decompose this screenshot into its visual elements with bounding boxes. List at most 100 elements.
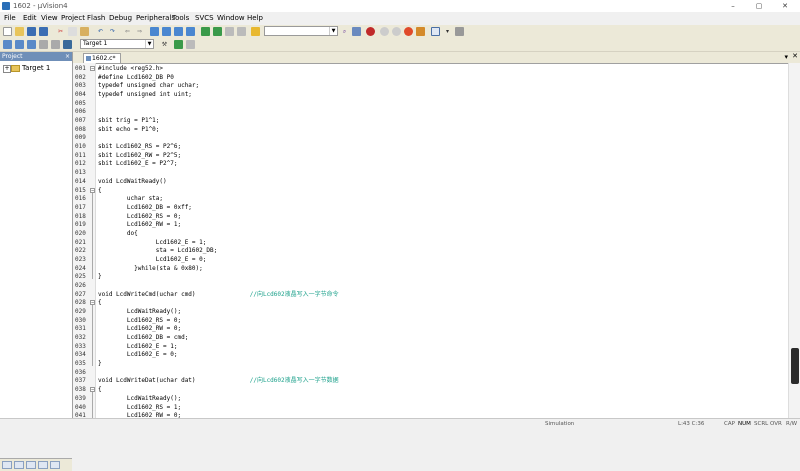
comment-icon[interactable] — [225, 27, 234, 36]
window-config-chevron-icon[interactable]: ▾ — [443, 27, 452, 36]
clear-breakpoints-icon[interactable] — [416, 27, 425, 36]
target-options-icon[interactable]: ⚒ — [160, 40, 169, 49]
download-icon[interactable] — [63, 40, 72, 49]
stop-build-icon[interactable] — [51, 40, 60, 49]
code-line[interactable]: 020 do{ — [73, 229, 788, 238]
configure-icon[interactable] — [455, 27, 464, 36]
code-line[interactable]: 030 Lcd1602_RS = 0; — [73, 316, 788, 325]
fold-toggle-icon[interactable]: − — [90, 66, 95, 72]
code-line[interactable]: 003 typedef unsigned char uchar; — [73, 81, 788, 90]
new-file-icon[interactable] — [3, 27, 12, 36]
clear-bookmarks-icon[interactable] — [186, 27, 195, 36]
cut-icon[interactable]: ✂ — [56, 27, 65, 36]
menu-debug[interactable]: Debug — [109, 14, 132, 23]
chevron-down-icon[interactable]: ▼ — [329, 27, 337, 35]
code-line[interactable]: 032 Lcd1602_DB = cmd; — [73, 333, 788, 342]
code-line[interactable]: 023 Lcd1602_E = 0; — [73, 255, 788, 264]
code-line[interactable]: 017 Lcd1602_DB = 0xff; — [73, 203, 788, 212]
tab-1602-c[interactable]: 1602.c* — [83, 53, 121, 63]
window-config-icon[interactable] — [431, 27, 440, 36]
code-line[interactable]: 019 Lcd1602_RW = 1; — [73, 220, 788, 229]
unindent-icon[interactable] — [213, 27, 222, 36]
code-line[interactable]: 028−{ — [73, 298, 788, 307]
menu-file[interactable]: File — [4, 14, 16, 23]
code-area[interactable]: 001− #include <reg52.h> 002 #define Lcd1602… — [73, 63, 788, 418]
code-line[interactable]: 024 }while(sta & 0x80); — [73, 264, 788, 273]
find-in-files-icon[interactable] — [251, 27, 260, 36]
save-icon[interactable] — [27, 27, 36, 36]
menu-flash[interactable]: Flash — [87, 14, 105, 23]
code-line[interactable]: 002 #define Lcd1602_DB P0 — [73, 73, 788, 82]
code-line[interactable]: 034 Lcd1602_E = 0; — [73, 350, 788, 359]
tab-books[interactable] — [14, 461, 24, 469]
minimize-button[interactable]: – — [720, 0, 746, 12]
incremental-find-icon[interactable] — [352, 27, 361, 36]
vertical-scrollbar[interactable] — [788, 63, 800, 418]
chevron-down-icon[interactable]: ▼ — [145, 40, 153, 48]
code-line[interactable]: 040 Lcd1602_RS = 1; — [73, 403, 788, 412]
code-line[interactable]: 038−{ — [73, 385, 788, 394]
redo-icon[interactable]: ↷ — [108, 27, 117, 36]
menu-view[interactable]: View — [41, 14, 58, 23]
menu-peripherals[interactable]: Peripherals — [136, 14, 175, 23]
code-line[interactable]: 021 Lcd1602_E = 1; — [73, 238, 788, 247]
code-line[interactable]: 036 — [73, 368, 788, 377]
close-icon[interactable]: × — [65, 52, 70, 61]
code-line[interactable]: 009 — [73, 133, 788, 142]
menu-tools[interactable]: Tools — [172, 14, 189, 23]
breakpoint-icon[interactable] — [380, 27, 389, 36]
batch-build-icon[interactable] — [39, 40, 48, 49]
scrollbar-thumb[interactable] — [791, 348, 799, 384]
code-line[interactable]: 007 sbit trig = P1^1; — [73, 116, 788, 125]
translate-icon[interactable] — [3, 40, 12, 49]
tree-item-target[interactable]: Target 1 — [22, 64, 50, 73]
copy-icon[interactable] — [68, 27, 77, 36]
code-line[interactable]: 014 void LcdWaitReady() — [73, 177, 788, 186]
build-icon[interactable] — [15, 40, 24, 49]
close-button[interactable]: ✕ — [772, 0, 798, 12]
code-line[interactable]: 016 uchar sta; — [73, 194, 788, 203]
menu-edit[interactable]: Edit — [23, 14, 37, 23]
tab-registers[interactable] — [50, 461, 60, 469]
nav-forward-icon[interactable]: ⇒ — [135, 27, 144, 36]
tab-templates[interactable] — [38, 461, 48, 469]
code-line[interactable]: 031 Lcd1602_RW = 0; — [73, 324, 788, 333]
menu-svcs[interactable]: SVCS — [195, 14, 214, 23]
nav-back-icon[interactable]: ⇐ — [123, 27, 132, 36]
tab-project[interactable] — [2, 461, 12, 469]
code-line[interactable]: 008 sbit echo = P1^0; — [73, 125, 788, 134]
menu-window[interactable]: Window — [217, 14, 245, 23]
tree-expander[interactable]: + — [3, 65, 11, 73]
save-all-icon[interactable] — [39, 27, 48, 36]
target-select[interactable]: Target 1 ▼ — [80, 39, 154, 49]
code-line[interactable]: 018 Lcd1602_RS = 0; — [73, 212, 788, 221]
code-line[interactable]: 011 sbit Lcd1602_RW = P2^5; — [73, 151, 788, 160]
breakpoint-disable-icon[interactable] — [392, 27, 401, 36]
undo-icon[interactable]: ↶ — [96, 27, 105, 36]
close-document-icon[interactable]: ✕ — [792, 52, 798, 60]
open-folder-icon[interactable] — [15, 27, 24, 36]
code-line[interactable]: 039 LcdWaitReady(); — [73, 394, 788, 403]
code-line[interactable]: 005 — [73, 99, 788, 108]
maximize-button[interactable]: ▢ — [746, 0, 772, 12]
code-line[interactable]: 022 sta = Lcd1602_DB; — [73, 246, 788, 255]
bookmark-icon[interactable] — [150, 27, 159, 36]
code-line[interactable]: 001− #include <reg52.h> — [73, 64, 788, 73]
select-packs-icon[interactable] — [186, 40, 195, 49]
paste-icon[interactable] — [80, 27, 89, 36]
code-line[interactable]: 015−{ — [73, 186, 788, 195]
next-bookmark-icon[interactable] — [174, 27, 183, 36]
rebuild-icon[interactable] — [27, 40, 36, 49]
uncomment-icon[interactable] — [237, 27, 246, 36]
code-line[interactable]: 041 Lcd1602_RW = 0; — [73, 411, 788, 418]
code-line[interactable]: 029 LcdWaitReady(); — [73, 307, 788, 316]
tab-list-chevron-icon[interactable]: ▾ — [784, 53, 788, 61]
code-line[interactable]: 004 typedef unsigned int uint; — [73, 90, 788, 99]
kill-breakpoints-icon[interactable] — [404, 27, 413, 36]
code-line[interactable]: 035} — [73, 359, 788, 368]
code-line[interactable]: 037 void LcdWriteDat(uchar dat) //向Lcd602… — [73, 376, 788, 385]
tab-functions[interactable] — [26, 461, 36, 469]
code-line[interactable]: 027 void LcdWriteCmd(uchar cmd) //向Lcd602… — [73, 290, 788, 299]
find-icon[interactable]: ⌕ — [340, 27, 349, 36]
code-line[interactable]: 010 sbit Lcd1602_RS = P2^6; — [73, 142, 788, 151]
